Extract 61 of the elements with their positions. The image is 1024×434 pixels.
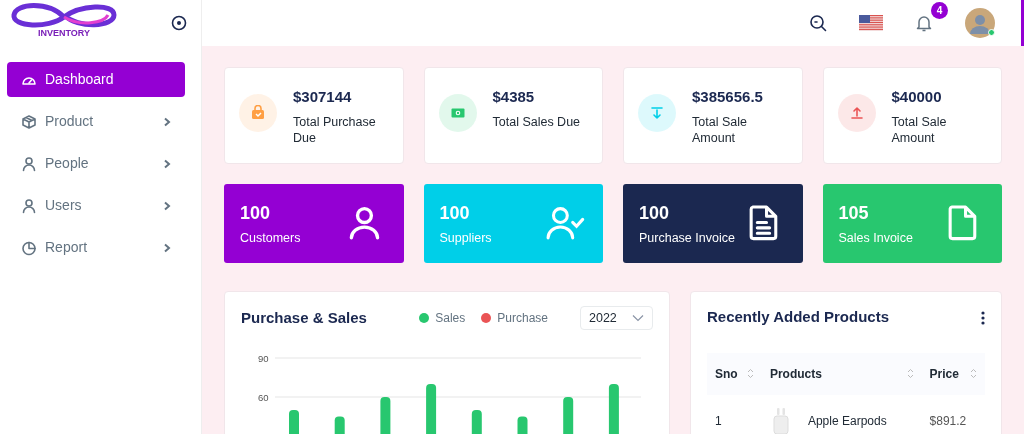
legend-label: Purchase xyxy=(497,310,548,328)
avatar-icon[interactable] xyxy=(965,8,995,38)
column-header[interactable]: Products xyxy=(761,352,922,395)
pie-chart-icon xyxy=(21,239,37,256)
flag-icon[interactable] xyxy=(859,15,883,31)
count-label: Sales Invoice xyxy=(838,229,913,247)
person-icon xyxy=(21,197,37,214)
column-header[interactable]: Sno xyxy=(707,352,762,395)
table-cell: $891.2 xyxy=(921,394,985,434)
sort-icon xyxy=(970,368,977,380)
toggle-icon[interactable] xyxy=(171,15,187,31)
sidebar-item[interactable]: Dashboard xyxy=(7,62,185,97)
count-value: 105 xyxy=(838,201,870,225)
search-icon[interactable] xyxy=(809,14,827,32)
product-name: Apple Earpods xyxy=(807,412,887,430)
sidebar-item[interactable]: Product xyxy=(7,104,185,139)
sort-icon xyxy=(906,368,914,380)
caret-icon xyxy=(632,314,644,323)
products-title: Recently Added Products xyxy=(707,307,889,328)
y-tick-label: 60 xyxy=(258,392,269,404)
sidebar-item[interactable]: Report xyxy=(7,230,185,265)
stat-value: $40000 xyxy=(891,87,943,107)
chart-title: Purchase & Sales xyxy=(241,308,367,328)
bar xyxy=(471,410,482,434)
table-cell: 1 xyxy=(707,394,762,434)
bar xyxy=(517,416,528,434)
person-icon xyxy=(21,155,37,172)
sort-icon xyxy=(746,368,754,380)
logo[interactable]: INVENTORY xyxy=(6,3,122,43)
online-status-dot xyxy=(988,29,995,36)
count-value: 100 xyxy=(240,201,272,225)
stat-value: $307144 xyxy=(293,87,353,107)
box-icon xyxy=(21,113,37,130)
bar xyxy=(380,397,391,434)
legend-label: Sales xyxy=(435,310,466,328)
more-icon[interactable] xyxy=(981,310,985,325)
year-select[interactable]: 2022 xyxy=(580,306,653,331)
bar xyxy=(608,384,619,434)
sidebar-item[interactable]: People xyxy=(7,146,185,181)
stat-label: Total Sale Amount xyxy=(891,113,948,148)
count-label: Purchase Invoice xyxy=(639,229,735,247)
bell-icon[interactable] xyxy=(915,14,933,32)
stat-value: $4385 xyxy=(492,87,536,107)
bar xyxy=(563,397,574,434)
sidebar-item[interactable]: Users xyxy=(7,188,185,223)
bar xyxy=(289,410,299,434)
column-header[interactable]: Price xyxy=(921,352,985,395)
count-value: 100 xyxy=(639,201,671,225)
bar xyxy=(426,384,437,434)
download-icon xyxy=(649,105,665,121)
upload-icon xyxy=(848,105,865,121)
count-label: Suppliers xyxy=(439,229,492,247)
count-label: Customers xyxy=(240,229,301,247)
stat-label: Total Purchase Due xyxy=(293,113,377,148)
stat-label: Total Sales Due xyxy=(492,113,581,131)
stat-label: Total Sale Amount xyxy=(692,113,748,148)
bar xyxy=(334,416,345,434)
stat-value: $385656.5 xyxy=(692,87,764,107)
y-tick-label: 90 xyxy=(258,353,269,365)
count-value: 100 xyxy=(439,201,471,225)
notification-badge: 4 xyxy=(931,2,948,19)
